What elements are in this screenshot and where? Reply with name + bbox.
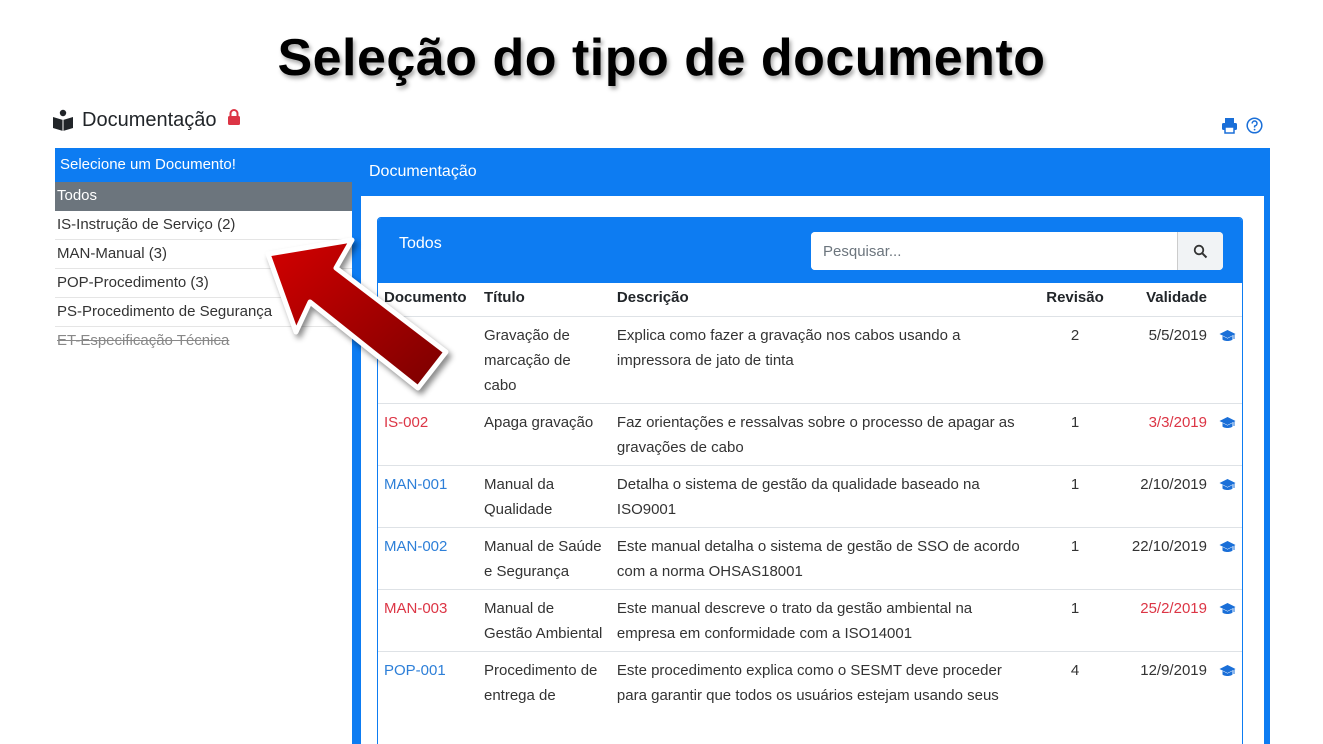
main-body: Todos Documento [361, 196, 1264, 744]
documents-table: Documento Título Descrição Revisão Valid… [378, 283, 1242, 713]
document-title: Manual de Saúde e Segurança [477, 526, 611, 589]
document-revision: 4 [1037, 650, 1114, 713]
lock-icon [227, 109, 240, 125]
document-description: Este manual detalha o sistema de gestão … [610, 526, 1038, 589]
slide-title: Seleção do tipo de documento [277, 29, 1046, 87]
sidebar-item-ps[interactable]: PS-Procedimento de Segurança [55, 298, 352, 327]
document-validity: 25/2/2019 [1113, 588, 1213, 651]
main-panel: Documentação Todos Pesquisar... Document… [352, 148, 1270, 744]
documents-card-title: Todos [399, 235, 442, 252]
document-revision: 1 [1037, 588, 1114, 651]
document-description: Este procedimento explica como o SESMT d… [610, 650, 1038, 713]
graduation-cap-icon[interactable] [1219, 478, 1236, 492]
documents-card-header: Todos [378, 218, 1242, 283]
table-row[interactable]: MAN-002 Manual de Saúde e Segurança Este m… [378, 526, 1242, 589]
column-header-descricao[interactable]: Descrição [611, 283, 1037, 316]
sidebar-item-pop[interactable]: POP-Procedimento (3) [55, 269, 352, 298]
training-cell [1212, 526, 1242, 589]
sidebar: Selecione um Documento! Todos IS-Instruç… [55, 148, 352, 356]
column-header-validade[interactable]: Validade [1113, 283, 1213, 316]
column-header-actions [1213, 283, 1242, 316]
column-header-documento[interactable]: Documento [378, 283, 478, 316]
document-description: Detalha o sistema de gestão da qualidade… [610, 464, 1038, 527]
sidebar-header: Selecione um Documento! [55, 148, 352, 182]
document-validity: 12/9/2019 [1113, 650, 1213, 713]
graduation-cap-icon[interactable] [1219, 416, 1236, 430]
graduation-cap-icon[interactable] [1219, 540, 1236, 554]
document-title: Manual da Qualidade [477, 464, 611, 527]
documents-card: Todos Documento [377, 217, 1243, 744]
search-input[interactable] [811, 232, 1177, 270]
document-validity: 2/10/2019 [1113, 464, 1213, 527]
document-description: Faz orientações e ressalvas sobre o proc… [610, 402, 1038, 465]
document-validity: 22/10/2019 [1113, 526, 1213, 589]
table-row[interactable]: POP-001 Procedimento de entrega de Este pr… [378, 650, 1242, 713]
sidebar-item-todos[interactable]: Todos [55, 182, 352, 211]
document-description: Este manual descreve o trato da gestão a… [610, 588, 1038, 651]
document-code[interactable]: POP-001 [378, 650, 478, 713]
sidebar-item-et: ET-Especificação Técnica [57, 332, 230, 349]
print-icon[interactable] [1221, 117, 1238, 134]
document-code[interactable]: MAN-002 [378, 526, 478, 589]
training-cell [1212, 315, 1242, 403]
table-body: Gravação de marcação de cabo Explica como… [378, 315, 1242, 713]
search-icon [1193, 244, 1208, 258]
page-title: Documentação [82, 108, 217, 131]
document-validity: 5/5/2019 [1113, 315, 1213, 403]
document-description: Explica como fazer a gravação nos cabos … [610, 315, 1038, 403]
graduation-cap-icon[interactable] [1219, 329, 1236, 343]
document-code[interactable]: MAN-003 [378, 588, 478, 651]
document-revision: 1 [1037, 402, 1114, 465]
table-row[interactable]: MAN-003 Manual de Gestão Ambiental Este ma… [378, 588, 1242, 651]
graduation-cap-icon[interactable] [1219, 602, 1236, 616]
document-revision: 2 [1037, 315, 1114, 403]
table-row[interactable]: Gravação de marcação de cabo Explica como… [378, 315, 1242, 403]
training-cell [1212, 402, 1242, 465]
book-reader-icon [53, 109, 73, 131]
document-revision: 1 [1037, 526, 1114, 589]
page-header: Documentação [52, 106, 241, 134]
toolbar [1221, 117, 1263, 134]
document-title: Manual de Gestão Ambiental [477, 588, 611, 651]
column-header-revisao[interactable]: Revisão [1037, 283, 1113, 316]
document-code[interactable]: MAN-001 [378, 464, 478, 527]
table-row[interactable]: IS-002 Apaga gravação Faz orientações e re… [378, 402, 1242, 465]
table-row[interactable]: MAN-001 Manual da Qualidade Detalha o sist… [378, 464, 1242, 527]
document-title: Procedimento de entrega de [477, 650, 611, 713]
sidebar-item-is[interactable]: IS-Instrução de Serviço (2) [55, 211, 352, 240]
column-header-titulo[interactable]: Título [478, 283, 611, 316]
search-box [811, 232, 1223, 270]
training-cell [1212, 650, 1242, 713]
help-icon[interactable] [1246, 117, 1263, 134]
training-cell [1212, 464, 1242, 527]
main-header: Documentação [369, 163, 477, 180]
graduation-cap-icon[interactable] [1219, 664, 1236, 678]
document-code[interactable]: IS-002 [378, 402, 478, 465]
search-button[interactable] [1177, 232, 1223, 270]
document-title: Gravação de marcação de cabo [477, 315, 611, 403]
document-revision: 1 [1037, 464, 1114, 527]
table-header-row: Documento Título Descrição Revisão Valid… [378, 283, 1242, 316]
document-code[interactable] [378, 315, 478, 403]
document-title: Apaga gravação [477, 402, 611, 465]
sidebar-item-man[interactable]: MAN-Manual (3) [55, 240, 352, 269]
training-cell [1212, 588, 1242, 651]
document-validity: 3/3/2019 [1113, 402, 1213, 465]
